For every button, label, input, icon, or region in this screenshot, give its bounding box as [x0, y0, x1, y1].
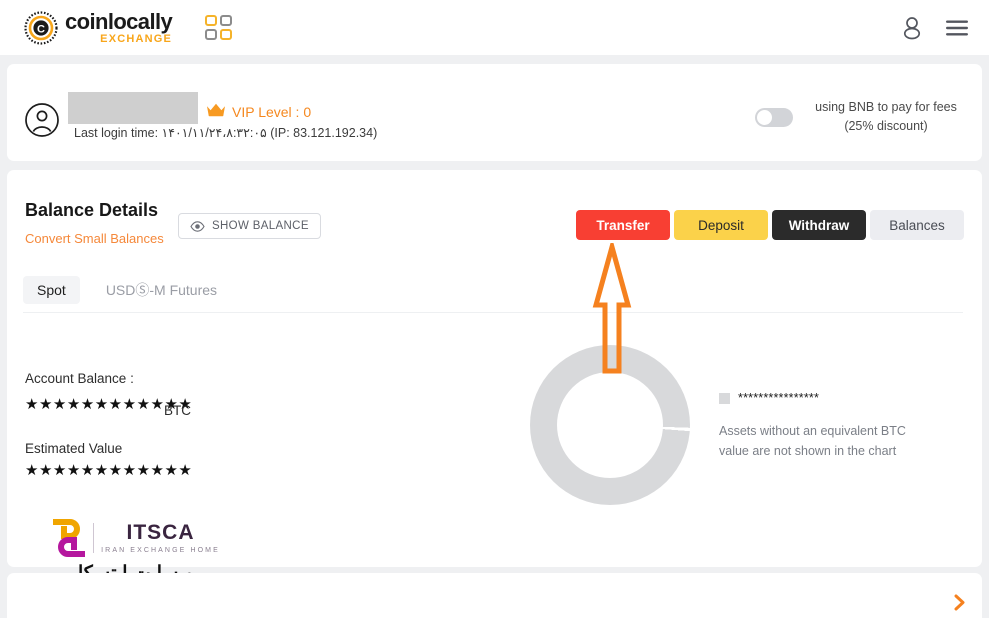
- toggle-knob: [757, 109, 772, 125]
- vip-level-label: VIP Level : 0: [232, 104, 312, 120]
- watermark-divider: [93, 523, 95, 553]
- brand-subtitle: EXCHANGE: [100, 32, 173, 45]
- itsca-logo-row: ITSCA IRAN EXCHANGE HOME: [36, 519, 236, 557]
- balances-button[interactable]: Balances: [870, 210, 964, 240]
- balance-tabs: Spot USDⓈ-M Futures: [23, 274, 231, 306]
- account-balance-label: Account Balance :: [25, 371, 134, 386]
- page-title: Balance Details: [25, 200, 159, 220]
- chart-legend-item: ****************: [719, 391, 819, 405]
- legend-label: ****************: [738, 391, 820, 405]
- apps-grid-square-3: [205, 28, 218, 40]
- withdraw-button[interactable]: Withdraw: [772, 210, 866, 240]
- footer-card: [7, 573, 982, 618]
- svg-text:C: C: [37, 23, 45, 35]
- bnb-fee-description: using BNB to pay for fees (25% discount): [811, 98, 961, 137]
- coinlocally-mark-icon: C: [24, 10, 58, 45]
- top-navigation-bar: C coinlocally EXCHANGE: [0, 0, 989, 55]
- transfer-button[interactable]: Transfer: [576, 210, 670, 240]
- user-avatar-icon[interactable]: [25, 103, 59, 137]
- app-page: C coinlocally EXCHANGE VIP Level: 0 Las…: [0, 0, 989, 618]
- itsca-name: ITSCA: [126, 521, 195, 544]
- user-outline-icon[interactable]: [901, 16, 923, 40]
- chevron-right-icon[interactable]: [953, 594, 966, 616]
- account-balance-unit: BTC: [164, 403, 191, 418]
- tabs-divider: [23, 312, 963, 313]
- vip-level-badge: VIP Level : 0: [206, 102, 311, 122]
- hamburger-menu-icon[interactable]: [945, 19, 969, 37]
- brand-logo[interactable]: C coinlocally EXCHANGE: [24, 8, 173, 45]
- apps-grid-square-1: [205, 14, 218, 26]
- last-login-info: Last login time: ۱۴۰۱/۱۱/۲۴،۸:۳۲:۰۵ (IP:…: [74, 126, 378, 140]
- chart-note: Assets without an equivalent BTC value a…: [719, 424, 906, 459]
- show-balance-button[interactable]: SHOW BALANCE: [178, 213, 321, 239]
- convert-small-balances-link[interactable]: Convert Small Balances: [25, 231, 164, 246]
- bnb-fee-setting: using BNB to pay for fees (25% discount): [755, 98, 961, 137]
- show-balance-label: SHOW BALANCE: [212, 220, 309, 232]
- bnb-fee-line2: (25% discount): [844, 119, 928, 134]
- asset-distribution-donut-chart: [530, 345, 690, 505]
- brand-name: coinlocally: [65, 8, 173, 34]
- top-bar-right-actions: [901, 0, 969, 55]
- tab-spot[interactable]: Spot: [23, 276, 80, 304]
- eye-icon: [190, 220, 205, 232]
- apps-grid-square-2: [220, 14, 233, 26]
- deposit-button[interactable]: Deposit: [674, 210, 768, 240]
- bnb-fee-line1: using BNB to pay for fees: [815, 100, 957, 114]
- bnb-fee-toggle[interactable]: [755, 107, 793, 127]
- estimated-value-label: Estimated Value: [25, 441, 123, 456]
- estimated-value: ★★★★★★★★★★★★: [25, 462, 193, 479]
- legend-swatch: [719, 392, 730, 404]
- balance-action-buttons: Transfer Deposit Withdraw Balances: [576, 210, 964, 240]
- username-redacted: [68, 92, 198, 124]
- crown-icon: [206, 102, 226, 122]
- apps-grid-icon[interactable]: [205, 14, 235, 41]
- itsca-logo-icon: [52, 519, 86, 557]
- apps-grid-square-4: [220, 28, 233, 40]
- tab-usd-m-futures[interactable]: USDⓈ-M Futures: [92, 274, 231, 306]
- itsca-tagline: IRAN EXCHANGE HOME: [101, 547, 220, 554]
